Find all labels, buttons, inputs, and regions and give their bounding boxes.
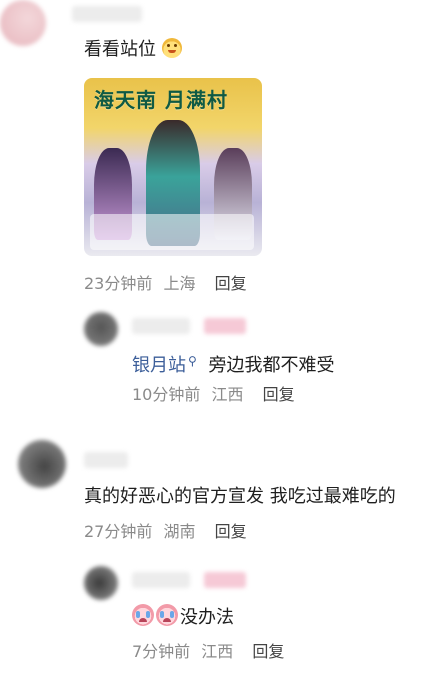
comment-location-1: 上海: [163, 274, 196, 293]
comment-time-2: 27分钟前: [84, 522, 153, 541]
commenter-name-1[interactable]: [72, 6, 142, 22]
poster-logos: [90, 214, 254, 250]
comment-text-2: 真的好恶心的官方宣发 我吃过最难吃的: [84, 486, 396, 508]
reply-text-1: 银月站 ⚲ 旁边我都不难受: [132, 350, 335, 377]
comment-meta-2: 27分钟前 湖南 回复: [84, 522, 247, 542]
reply-badge-2: [204, 572, 246, 588]
commenter-avatar-1[interactable]: [0, 0, 46, 46]
reply-time-1: 10分钟前: [132, 385, 201, 404]
reply-meta-2: 7分钟前 江西 回复: [132, 642, 284, 662]
commenter-avatar-2[interactable]: [18, 440, 66, 488]
comment-meta-1: 23分钟前 上海 回复: [84, 274, 247, 294]
commenter-name-2[interactable]: [84, 452, 128, 468]
comment-text-1: 看看站位: [84, 38, 182, 61]
reply-avatar-1[interactable]: [84, 312, 118, 346]
reply-button-3[interactable]: 回复: [215, 522, 247, 541]
reply-meta-1: 10分钟前 江西 回复: [132, 385, 295, 405]
crying-emoji-icon-2: [156, 604, 178, 626]
reply-time-2: 7分钟前: [132, 642, 191, 661]
reply-text-2: 没办法: [132, 604, 234, 629]
laughing-pig-emoji-icon: [161, 38, 182, 58]
comment-text-2-content: 真的好恶心的官方宣发 我吃过最难吃的: [84, 486, 396, 507]
reply-button-1[interactable]: 回复: [215, 274, 247, 293]
comment-text-1-content: 看看站位: [84, 39, 156, 60]
reply-text-2-content: 没办法: [180, 607, 234, 628]
reply-name-1[interactable]: [132, 318, 190, 334]
reply-button-4[interactable]: 回复: [252, 642, 284, 661]
poster-image[interactable]: 海天南 月满村: [84, 78, 262, 256]
comment-time-1: 23分钟前: [84, 274, 153, 293]
reply-name-2[interactable]: [132, 572, 190, 588]
search-icon[interactable]: ⚲: [188, 354, 197, 368]
comment-location-2: 湖南: [163, 522, 196, 541]
reply-text-1-content: 旁边我都不难受: [208, 355, 335, 376]
reply-badge-1: [204, 318, 246, 334]
reply-button-2[interactable]: 回复: [263, 385, 295, 404]
reply-avatar-2[interactable]: [84, 566, 118, 600]
reply-location-1: 江西: [211, 385, 244, 404]
crying-emoji-icon: [132, 604, 154, 626]
reply-location-2: 江西: [201, 642, 234, 661]
poster-title: 海天南 月满村: [94, 88, 228, 112]
mention-link[interactable]: 银月站: [132, 355, 186, 376]
